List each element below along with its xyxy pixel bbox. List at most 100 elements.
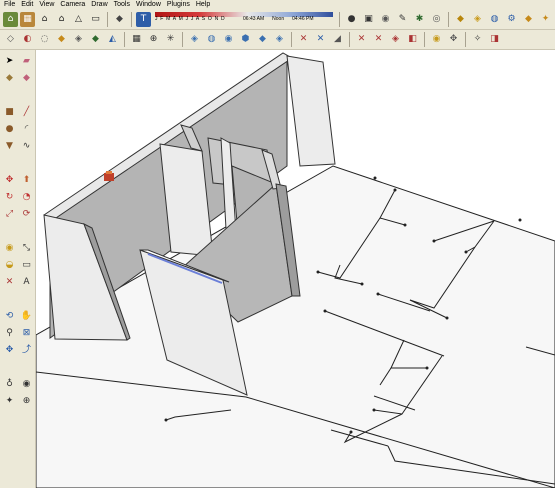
globe-icon[interactable]: ◍ <box>487 12 502 27</box>
top-view-icon[interactable]: ◍ <box>204 32 219 47</box>
styles-icon[interactable]: ◆ <box>112 12 127 27</box>
section-plane-icon[interactable]: ⊕ <box>19 394 34 409</box>
menu-file[interactable]: File <box>4 0 15 10</box>
component-tool-icon[interactable]: ◆ <box>2 71 17 86</box>
menu-plugins[interactable]: Plugins <box>167 0 190 10</box>
footprint-icon[interactable]: ⌂ <box>3 12 18 27</box>
sandbox-icon[interactable]: ◆ <box>88 32 103 47</box>
menu-camera[interactable]: Camera <box>60 0 85 10</box>
previous-view-icon[interactable]: ⤴ <box>19 343 34 358</box>
secondary-toolbar: ◇ ◐ ◌ ◆ ◈ ◆ ◭ ▦ ⊕ ✳ ◈ ◍ ◉ ⬢ ◆ ◈ ✕ ✕ ◢ ✕ … <box>0 30 555 50</box>
push-pull-tool-icon[interactable]: ⬆ <box>19 173 34 188</box>
menu-tools[interactable]: Tools <box>114 0 130 10</box>
circle-tool-icon[interactable]: ● <box>2 122 17 137</box>
zoom-window-icon[interactable]: ⊠ <box>19 326 34 341</box>
menu-edit[interactable]: Edit <box>21 0 33 10</box>
house-icon[interactable]: ⌂ <box>54 12 69 27</box>
palette-gap <box>2 360 35 364</box>
follow-icon[interactable]: ◌ <box>37 32 52 47</box>
tape-measure-icon[interactable]: ◉ <box>2 241 17 256</box>
protractor-icon[interactable]: ◒ <box>2 258 17 273</box>
box-icon[interactable]: ◇ <box>3 32 18 47</box>
toolbar-separator <box>291 32 292 47</box>
axes-tool-icon[interactable]: ✕ <box>2 275 17 290</box>
iso-view-icon[interactable]: ◈ <box>187 32 202 47</box>
toolbar-separator <box>349 32 350 47</box>
walk-tool-icon[interactable]: ✦ <box>2 394 17 409</box>
paint-icon[interactable]: ◆ <box>54 32 69 47</box>
push-pull-icon[interactable]: ◐ <box>20 32 35 47</box>
toolbar-group-a: ⌂ ▦ ⌂ ⌂ △ ▭ <box>3 12 103 27</box>
freehand-tool-icon[interactable]: ∿ <box>19 139 34 154</box>
sun-icon[interactable]: ✳ <box>163 32 178 47</box>
section-icon[interactable]: ◭ <box>105 32 120 47</box>
home-icon[interactable]: ⌂ <box>37 12 52 27</box>
scene-icon[interactable]: ▭ <box>88 12 103 27</box>
text-tool-icon[interactable]: ▭ <box>19 258 34 273</box>
hidden-line-icon[interactable]: ✕ <box>354 32 369 47</box>
sphere-icon[interactable]: ◉ <box>378 12 393 27</box>
front-view-icon[interactable]: ◉ <box>221 32 236 47</box>
back-view-icon[interactable]: ◆ <box>255 32 270 47</box>
select-tool-icon[interactable]: ➤ <box>2 54 17 69</box>
menu-draw[interactable]: Draw <box>91 0 107 10</box>
menu-help[interactable]: Help <box>196 0 210 10</box>
cup-icon[interactable]: ● <box>344 12 359 27</box>
warehouse-icon[interactable]: ▣ <box>361 12 376 27</box>
arc-tool-icon[interactable]: ◜ <box>19 122 34 137</box>
rocket-icon[interactable]: ◆ <box>453 12 468 27</box>
bug-icon[interactable]: ✱ <box>412 12 427 27</box>
cube-icon[interactable]: ◈ <box>470 12 485 27</box>
walk-icon[interactable]: ✧ <box>470 32 485 47</box>
move-tool-icon[interactable]: ✥ <box>2 173 17 188</box>
model-viewport[interactable] <box>36 50 555 488</box>
orbit-tool-icon[interactable]: ⟲ <box>2 309 17 324</box>
3d-text-icon[interactable]: A <box>19 275 34 290</box>
grid-icon[interactable]: ▦ <box>129 32 144 47</box>
dimension-tool-icon[interactable]: ⤡ <box>19 241 34 256</box>
shadow-settings-slider[interactable]: J F M A M J J A S O N D 06:43 AM Noon 04… <box>155 11 333 28</box>
line-tool-icon[interactable]: ╱ <box>19 105 34 120</box>
wire-icon[interactable]: ◢ <box>330 32 345 47</box>
text-icon[interactable]: T <box>136 12 151 27</box>
palette-gap <box>2 156 35 160</box>
left-view-icon[interactable]: ◈ <box>272 32 287 47</box>
rectangle-tool-icon[interactable]: ■ <box>2 105 17 120</box>
xray-icon[interactable]: ✕ <box>296 32 311 47</box>
shaded-icon[interactable]: ✕ <box>371 32 386 47</box>
pan-tool-icon[interactable]: ✋ <box>19 309 34 324</box>
zoom-tool-icon[interactable]: ⚲ <box>2 326 17 341</box>
textured-icon[interactable]: ◈ <box>388 32 403 47</box>
pen-icon[interactable]: ✎ <box>395 12 410 27</box>
menu-view[interactable]: View <box>39 0 54 10</box>
month-scale: J F M A M J J A S O N D <box>155 15 226 22</box>
right-view-icon[interactable]: ⬢ <box>238 32 253 47</box>
time-start-label: 06:43 AM <box>243 15 265 22</box>
position-icon[interactable]: ◨ <box>487 32 502 47</box>
time-end-label: 04:46 PM <box>292 15 314 22</box>
house-outline-icon[interactable]: △ <box>71 12 86 27</box>
look-icon[interactable]: ✥ <box>446 32 461 47</box>
paint-bucket-icon[interactable]: ◆ <box>19 71 34 86</box>
look-around-icon[interactable]: ◉ <box>19 377 34 392</box>
layers-icon[interactable]: ◎ <box>429 12 444 27</box>
sparkle-icon[interactable]: ✦ <box>538 12 553 27</box>
menu-window[interactable]: Window <box>136 0 161 10</box>
polygon-tool-icon[interactable]: ▼ <box>2 139 17 154</box>
crosshair-icon[interactable]: ⊕ <box>146 32 161 47</box>
explode-icon[interactable]: ◈ <box>71 32 86 47</box>
rotate-tool-icon[interactable]: ↻ <box>2 190 17 205</box>
eraser-tool-icon[interactable]: ▰ <box>19 54 34 69</box>
components-icon[interactable]: ▦ <box>20 12 35 27</box>
scale-tool-icon[interactable]: ⤢ <box>2 207 17 222</box>
gear-icon[interactable]: ⚙ <box>504 12 519 27</box>
zoom-extents-icon[interactable]: ✥ <box>2 343 17 358</box>
mono-icon[interactable]: ◧ <box>405 32 420 47</box>
offset-tool-icon[interactable]: ⟳ <box>19 207 34 222</box>
tag-icon[interactable]: ◆ <box>521 12 536 27</box>
back-edges-icon[interactable]: ✕ <box>313 32 328 47</box>
follow-me-tool-icon[interactable]: ◔ <box>19 190 34 205</box>
position-camera-icon[interactable]: ♁ <box>2 377 17 392</box>
time-noon-label: Noon <box>272 15 285 22</box>
camera-icon[interactable]: ◉ <box>429 32 444 47</box>
